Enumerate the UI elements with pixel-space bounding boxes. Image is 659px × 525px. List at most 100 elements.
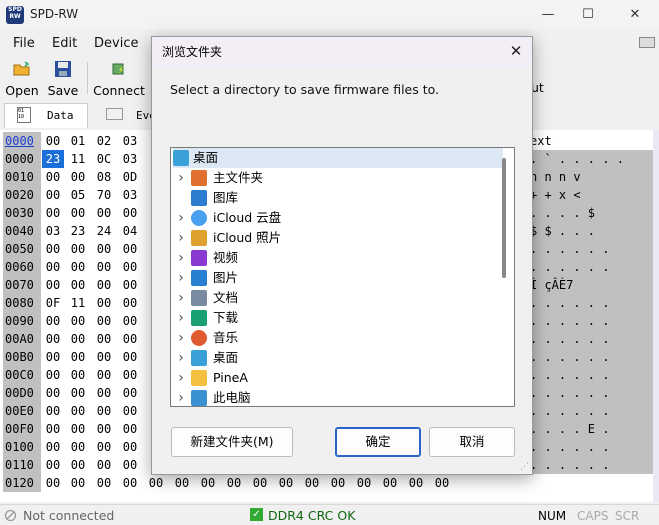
hex-byte[interactable]: 00 <box>93 276 115 294</box>
hex-byte[interactable]: 00 <box>119 420 141 438</box>
hex-byte[interactable]: 00 <box>119 204 141 222</box>
hex-byte[interactable]: 00 <box>93 348 115 366</box>
hex-byte[interactable]: 00 <box>93 474 115 492</box>
tab-events[interactable]: Eve <box>96 103 156 127</box>
hex-byte[interactable]: 00 <box>42 402 64 420</box>
hex-byte[interactable]: 00 <box>42 258 64 276</box>
hex-byte[interactable]: 00 <box>119 330 141 348</box>
hex-row-text[interactable]: . . . . . . <box>530 438 658 456</box>
hex-byte[interactable]: 00 <box>171 474 193 492</box>
hex-byte[interactable]: 24 <box>93 222 115 240</box>
hex-byte[interactable]: 04 <box>119 222 141 240</box>
chevron-right-icon[interactable]: › <box>175 328 187 348</box>
menu-device[interactable]: Device <box>94 36 138 51</box>
hex-byte[interactable]: 11 <box>67 294 89 312</box>
hex-byte[interactable]: 08 <box>93 168 115 186</box>
hex-byte[interactable]: 00 <box>119 366 141 384</box>
folder-tree-item[interactable]: › iCloud 照片 <box>175 228 505 248</box>
hex-byte[interactable]: 00 <box>67 276 89 294</box>
hex-byte[interactable]: 00 <box>93 438 115 456</box>
hex-byte[interactable]: 0C <box>93 150 115 168</box>
hex-byte[interactable]: 00 <box>42 420 64 438</box>
hex-byte-selected[interactable]: 23 <box>42 150 64 168</box>
chevron-right-icon[interactable]: › <box>175 168 187 188</box>
hex-byte[interactable]: 00 <box>42 312 64 330</box>
hex-byte[interactable]: 00 <box>249 474 271 492</box>
hex-byte[interactable]: 00 <box>42 348 64 366</box>
hex-row-text[interactable]: . . . . . . <box>530 402 658 420</box>
chevron-right-icon[interactable]: › <box>175 228 187 248</box>
chevron-right-icon[interactable]: › <box>175 268 187 288</box>
hex-row-text[interactable]: . . . . . . <box>530 330 658 348</box>
resize-grip-icon[interactable]: ⋰ <box>520 462 530 472</box>
hex-byte[interactable]: 00 <box>275 474 297 492</box>
close-button[interactable]: ✕ <box>613 2 657 28</box>
hex-byte[interactable]: 0F <box>42 294 64 312</box>
hex-row-text[interactable]: Ì çÂÈ7 <box>530 276 658 294</box>
hex-byte[interactable]: 00 <box>93 312 115 330</box>
folder-tree-item[interactable]: 图库 <box>175 188 505 208</box>
hex-byte[interactable]: 00 <box>67 402 89 420</box>
hex-byte[interactable]: 00 <box>67 474 89 492</box>
hex-byte[interactable]: 00 <box>42 240 64 258</box>
chevron-right-icon[interactable]: › <box>175 208 187 228</box>
hex-row-text[interactable]: . . . . . . <box>530 366 658 384</box>
folder-tree-item[interactable]: › iCloud 云盘 <box>175 208 505 228</box>
restore-mdi-icon[interactable] <box>639 37 655 48</box>
hex-byte[interactable]: 00 <box>42 186 64 204</box>
hex-byte[interactable]: 00 <box>93 204 115 222</box>
hex-byte[interactable]: 00 <box>42 330 64 348</box>
folder-tree-item[interactable]: › 图片 <box>175 268 505 288</box>
hex-byte[interactable]: 00 <box>119 402 141 420</box>
maximize-button[interactable]: ☐ <box>566 2 610 28</box>
hex-byte[interactable]: 00 <box>67 204 89 222</box>
hex-byte[interactable]: 00 <box>197 474 219 492</box>
hex-row-text[interactable]: . . . . . . <box>530 348 658 366</box>
hex-byte[interactable]: 00 <box>405 474 427 492</box>
hex-row-text[interactable]: . . . . . . <box>530 384 658 402</box>
hex-byte[interactable]: 00 <box>145 474 167 492</box>
hex-row-text[interactable]: . . . . E . <box>530 420 658 438</box>
hex-row-text[interactable]: . . . . $ <box>530 204 658 222</box>
hex-byte[interactable]: 00 <box>67 258 89 276</box>
hex-row-text[interactable]: . . . . . . <box>530 258 658 276</box>
hex-byte[interactable]: 70 <box>93 186 115 204</box>
folder-tree-item[interactable]: › 主文件夹 <box>175 168 505 188</box>
hex-byte[interactable]: 00 <box>67 312 89 330</box>
hex-byte[interactable]: 00 <box>42 456 64 474</box>
hex-row-text[interactable]: n n n v <box>530 168 658 186</box>
hex-byte[interactable]: 05 <box>67 186 89 204</box>
hex-byte[interactable]: 00 <box>42 384 64 402</box>
folder-tree[interactable]: 桌面 › 主文件夹 图库 › iCloud 云盘 › iCloud 照片 › 视频 › 图片 › 文档 › 下… <box>170 147 515 407</box>
hex-byte[interactable]: 00 <box>93 402 115 420</box>
hex-row-text[interactable]: . . . . . . <box>530 456 658 474</box>
hex-byte[interactable]: 11 <box>67 150 89 168</box>
hex-byte[interactable]: 00 <box>353 474 375 492</box>
hex-byte[interactable]: 00 <box>67 456 89 474</box>
chevron-right-icon[interactable]: › <box>175 368 187 388</box>
hex-byte[interactable]: 00 <box>67 420 89 438</box>
hex-byte[interactable]: 00 <box>42 474 64 492</box>
save-button[interactable]: Save <box>44 60 82 98</box>
hex-row-text[interactable]: . ` . . . . . <box>530 150 658 168</box>
folder-tree-item[interactable]: › 此电脑 <box>175 388 505 406</box>
hex-byte[interactable]: 00 <box>93 384 115 402</box>
cancel-button[interactable]: 取消 <box>429 427 515 457</box>
hex-byte[interactable]: 00 <box>379 474 401 492</box>
folder-tree-item[interactable]: › 文档 <box>175 288 505 308</box>
hex-row-text[interactable]: . . . . . . <box>530 294 658 312</box>
hex-byte[interactable]: 00 <box>93 420 115 438</box>
hex-byte[interactable]: 00 <box>67 240 89 258</box>
hex-byte[interactable]: 00 <box>431 474 453 492</box>
hex-byte[interactable]: 00 <box>119 384 141 402</box>
hex-row-text[interactable]: . . . . . . <box>530 240 658 258</box>
hex-byte[interactable]: 00 <box>42 438 64 456</box>
hex-byte[interactable]: 00 <box>93 330 115 348</box>
hex-byte[interactable]: 03 <box>42 222 64 240</box>
hex-byte[interactable]: 00 <box>327 474 349 492</box>
hex-row-text[interactable]: + + x < <box>530 186 658 204</box>
hex-byte[interactable]: 00 <box>119 276 141 294</box>
chevron-right-icon[interactable]: › <box>175 348 187 368</box>
hex-byte[interactable]: 00 <box>119 240 141 258</box>
chevron-right-icon[interactable]: › <box>175 308 187 328</box>
